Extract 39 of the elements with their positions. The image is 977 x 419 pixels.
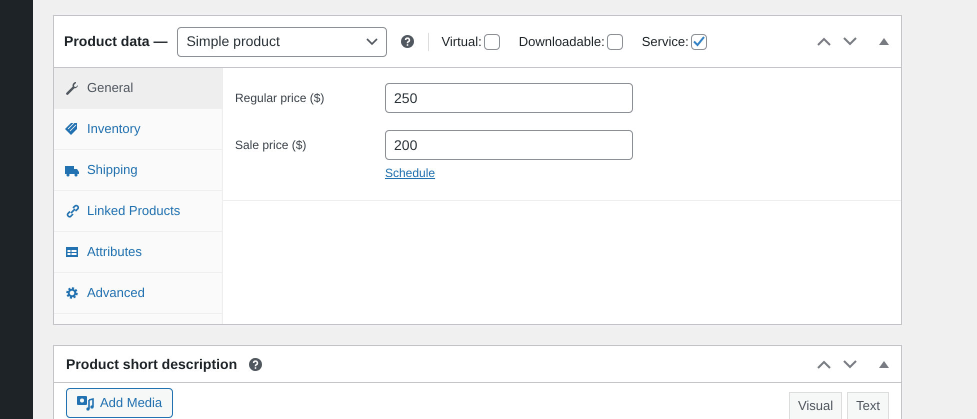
media-icon — [77, 395, 94, 411]
move-up-icon[interactable] — [817, 360, 831, 368]
product-tab[interactable]: Linked Products — [54, 191, 222, 232]
price-field[interactable]: 250 — [385, 83, 633, 113]
move-down-icon[interactable] — [843, 360, 857, 368]
product-tab[interactable]: Advanced — [54, 273, 222, 314]
checkbox-label: Virtual: — [441, 32, 482, 51]
checkbox[interactable] — [484, 34, 500, 50]
checkbox[interactable] — [690, 34, 707, 50]
link-icon — [65, 204, 79, 218]
field-label: Regular price ($) — [235, 90, 326, 107]
collapse-icon[interactable] — [879, 38, 889, 45]
help-icon[interactable] — [249, 358, 262, 370]
wrench-icon — [65, 81, 79, 95]
checkbox-label: Service: — [642, 32, 689, 51]
panel-title: Product short description — [66, 354, 238, 374]
help-icon[interactable] — [401, 35, 414, 48]
move-up-icon[interactable] — [817, 37, 831, 46]
move-down-icon[interactable] — [843, 37, 857, 46]
checkbox[interactable] — [606, 34, 623, 50]
product-tab[interactable]: Shipping — [54, 150, 222, 191]
collapse-icon[interactable] — [879, 360, 889, 368]
product-tab[interactable]: Attributes — [54, 232, 222, 273]
product-tab[interactable]: Inventory — [54, 109, 222, 150]
truck-icon — [65, 163, 79, 177]
chevron-down-icon — [366, 38, 378, 46]
add-media-button[interactable]: Add Media — [66, 388, 174, 418]
product-tab[interactable]: General — [54, 68, 222, 109]
editor-tab[interactable]: Visual — [788, 392, 842, 419]
table-icon — [65, 245, 79, 259]
schedule-link[interactable]: Schedule — [385, 164, 436, 182]
product-type-select[interactable]: Simple product — [177, 26, 388, 56]
checkbox-label: Downloadable: — [518, 32, 605, 51]
panel-title: Product data — — [64, 32, 168, 51]
field-label: Sale price ($) — [235, 137, 308, 154]
editor-tab[interactable]: Text — [847, 392, 889, 419]
gear-icon — [65, 286, 79, 300]
tag-icon — [65, 122, 79, 136]
price-field[interactable]: 200 — [385, 130, 633, 160]
